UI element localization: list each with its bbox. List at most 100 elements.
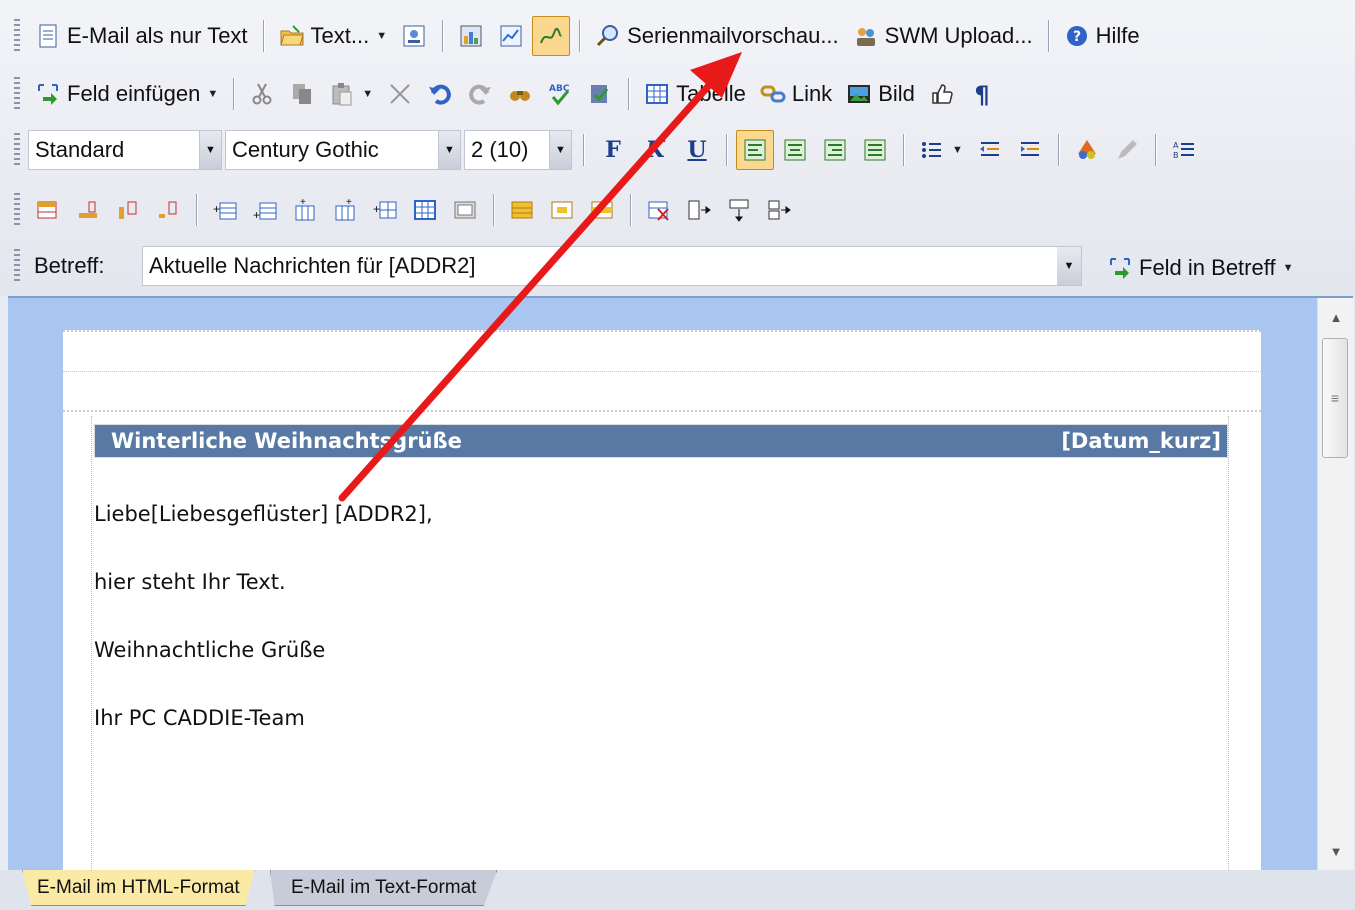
document-header-title: Winterliche Weihnachtsgrüße (111, 429, 462, 453)
page-section (63, 372, 1261, 412)
grid-button[interactable] (406, 190, 444, 230)
insert-row-below-button[interactable]: + (246, 190, 284, 230)
image-button[interactable]: Bild (840, 74, 921, 114)
preview-button[interactable] (395, 16, 433, 56)
signature-icon (538, 23, 564, 49)
move-right-icon (766, 197, 792, 223)
toolbar-grip[interactable] (14, 193, 20, 227)
folder-open-icon (279, 23, 305, 49)
outdent-icon (977, 137, 1003, 163)
underline-button[interactable]: U (677, 130, 717, 170)
insert-cell-button[interactable]: + (366, 190, 404, 230)
font-size-select[interactable]: 2 (10) ▼ (464, 130, 572, 170)
content-area[interactable]: Winterliche Weihnachtsgrüße [Datum_kurz]… (91, 416, 1229, 874)
font-select[interactable]: Century Gothic ▼ (225, 130, 461, 170)
copy-icon (289, 81, 315, 107)
like-button[interactable] (923, 74, 961, 114)
justify-button[interactable] (856, 130, 894, 170)
table-style-1-button[interactable] (503, 190, 541, 230)
merge-cells-icon (452, 197, 478, 223)
split-right-button[interactable] (680, 190, 718, 230)
style-select[interactable]: Standard ▼ (28, 130, 222, 170)
outdent-button[interactable] (971, 130, 1009, 170)
cell-left-button[interactable] (109, 190, 147, 230)
paragraph-marks-button[interactable]: ¶ (963, 74, 1001, 114)
separator (1057, 134, 1059, 166)
chevron-down-icon[interactable]: ▼ (549, 131, 571, 169)
cell-corner-button[interactable] (149, 190, 187, 230)
swm-upload-button[interactable]: SWM Upload... (847, 16, 1039, 56)
chevron-down-icon[interactable]: ▼ (1057, 247, 1081, 285)
closing-line: Weihnachtliche Grüße (94, 638, 326, 662)
svg-text:+: + (213, 202, 220, 216)
body-line: hier steht Ihr Text. (94, 570, 286, 594)
insert-column-left-icon: + (292, 197, 318, 223)
insert-column-right-button[interactable]: + (326, 190, 364, 230)
scroll-down-icon[interactable]: ▼ (1318, 838, 1354, 864)
insert-row-above-button[interactable]: + (206, 190, 244, 230)
find-button[interactable] (501, 74, 539, 114)
table-style-2-button[interactable] (543, 190, 581, 230)
bullet-list-button[interactable]: ▼ (913, 130, 969, 170)
align-center-button[interactable] (776, 130, 814, 170)
email-text-only-button[interactable]: E-Mail als nur Text (29, 16, 254, 56)
insert-column-left-button[interactable]: + (286, 190, 324, 230)
align-right-icon (822, 137, 848, 163)
chevron-down-icon: ▼ (362, 88, 374, 100)
bold-button[interactable]: F (593, 130, 633, 170)
italic-button[interactable]: K (635, 130, 675, 170)
magnifier-icon (595, 23, 621, 49)
graph-button[interactable] (492, 16, 530, 56)
redo-button[interactable] (461, 74, 499, 114)
svg-text:+: + (253, 208, 260, 222)
align-left-button[interactable] (736, 130, 774, 170)
table-style-3-button[interactable] (583, 190, 621, 230)
vertical-scrollbar[interactable]: ▲ ≡ ▼ (1317, 298, 1353, 870)
align-right-button[interactable] (816, 130, 854, 170)
separator (233, 78, 235, 110)
copy-button[interactable] (283, 74, 321, 114)
insert-column-right-icon: + (332, 197, 358, 223)
cut-button[interactable] (243, 74, 281, 114)
subject-input[interactable]: Aktuelle Nachrichten für [ADDR2] ▼ (142, 246, 1082, 286)
thesaurus-button[interactable] (581, 74, 619, 114)
delete-table-button[interactable] (640, 190, 678, 230)
signature-button[interactable] (532, 16, 571, 56)
chevron-down-icon[interactable]: ▼ (438, 131, 460, 169)
tab-text-format[interactable]: E-Mail im Text-Format (270, 870, 498, 906)
numbered-list-button[interactable]: AB (1165, 130, 1203, 170)
paste-button[interactable]: ▼ (323, 74, 379, 114)
undo-button[interactable] (421, 74, 459, 114)
tab-html-format[interactable]: E-Mail im HTML-Format (22, 870, 255, 906)
document-page[interactable]: Winterliche Weihnachtsgrüße [Datum_kurz]… (63, 330, 1261, 874)
chevron-down-icon[interactable]: ▼ (199, 131, 221, 169)
color-button[interactable] (1068, 130, 1106, 170)
cell-bottom-button[interactable] (69, 190, 107, 230)
split-down-icon (726, 197, 752, 223)
text-menu-button[interactable]: Text... ▼ (273, 16, 394, 56)
toolbar-grip[interactable] (14, 19, 20, 53)
indent-button[interactable] (1011, 130, 1049, 170)
statistics-button[interactable] (452, 16, 490, 56)
insert-field-in-subject-button[interactable]: Feld in Betreff ▼ (1101, 248, 1299, 288)
editor-area[interactable]: Winterliche Weihnachtsgrüße [Datum_kurz]… (8, 296, 1353, 874)
help-button[interactable]: ? Hilfe (1058, 16, 1146, 56)
move-right-button[interactable] (760, 190, 798, 230)
merge-cells-button[interactable] (446, 190, 484, 230)
scroll-up-icon[interactable]: ▲ (1318, 304, 1354, 330)
toolbar-grip[interactable] (14, 77, 20, 111)
graph-icon (498, 23, 524, 49)
table-button[interactable]: Tabelle (638, 74, 752, 114)
split-down-button[interactable] (720, 190, 758, 230)
table-properties-button[interactable] (29, 190, 67, 230)
insert-field-button[interactable]: Feld einfügen ▼ (29, 74, 224, 114)
delete-button[interactable] (381, 74, 419, 114)
toolbar-row-3: Standard ▼ Century Gothic ▼ 2 (10) ▼ F K… (0, 124, 1204, 176)
highlight-button[interactable] (1108, 130, 1146, 170)
serienmail-preview-button[interactable]: Serienmailvorschau... (589, 16, 845, 56)
link-button[interactable]: Link (754, 74, 838, 114)
toolbar-grip[interactable] (14, 133, 20, 167)
toolbar-grip[interactable] (14, 249, 20, 283)
scroll-thumb[interactable]: ≡ (1322, 338, 1348, 458)
spellcheck-button[interactable]: ABC (541, 74, 579, 114)
